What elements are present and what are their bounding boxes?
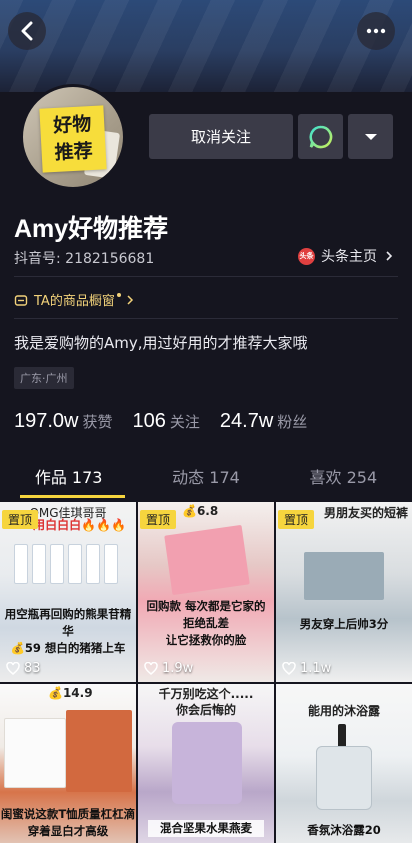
video-thumbnail[interactable]: 男朋友买的短裤 置顶 男友穿上后帅3分 1.1w	[276, 502, 412, 682]
like-count-value: 1.1w	[300, 661, 332, 676]
video-thumbnail[interactable]: 千万别吃这个..... 你会后悔的 混合坚果水果燕麦	[138, 684, 274, 843]
product-image	[66, 710, 132, 792]
video-caption: 用空瓶再回购的熊果苷精华 💰59 想白的猪猪上车	[4, 607, 132, 655]
like-count: 83	[6, 661, 41, 676]
toutiao-homepage-link[interactable]: 头条 头条主页	[298, 246, 395, 266]
chevron-right-icon	[386, 251, 393, 261]
content-tabs: 作品 173 动态 174 喜欢 254	[0, 464, 412, 496]
likes-count[interactable]: 197.0w	[14, 410, 79, 433]
product-image	[104, 544, 118, 584]
like-count-value: 1.9w	[162, 661, 194, 676]
profile-stats: 197.0w 获赞 106 关注 24.7w 粉丝	[14, 410, 327, 433]
product-image	[32, 544, 46, 584]
video-thumbnail[interactable]: 💰6.8 置顶 回购款 每次都是它家的 拒绝乱差 让它拯救你的脸 1.9w	[138, 502, 274, 682]
pinned-badge: 置顶	[278, 510, 315, 529]
like-count-value: 83	[24, 661, 41, 676]
product-image	[4, 718, 66, 788]
avatar-text-line2: 推荐	[54, 140, 94, 164]
more-dots-icon	[366, 28, 386, 34]
video-thumbnail[interactable]: OMG佳琪哥哥 用白白白🔥🔥🔥 置顶 用空瓶再回购的熊果苷精华 💰59 想白的猪…	[0, 502, 136, 682]
video-caption: 闺蜜说这款T恤质量杠杠滴 穿着显白才高级	[0, 807, 136, 838]
back-button[interactable]	[8, 12, 46, 50]
video-caption: 香氛沐浴露20	[307, 823, 381, 837]
profile-name: Amy好物推荐	[14, 215, 169, 243]
message-button[interactable]	[298, 114, 343, 159]
shop-new-dot	[116, 292, 121, 297]
video-top-caption: 能用的沐浴露	[307, 704, 380, 718]
following-count[interactable]: 106	[133, 410, 166, 433]
followers-label: 粉丝	[277, 413, 308, 431]
more-button[interactable]	[357, 12, 395, 50]
video-grid: OMG佳琪哥哥 用白白白🔥🔥🔥 置顶 用空瓶再回购的熊果苷精华 💰59 想白的猪…	[0, 502, 412, 843]
more-options-dropdown[interactable]	[348, 114, 393, 159]
heart-icon	[144, 662, 158, 675]
douyin-id: 抖音号: 2182156681	[14, 251, 155, 267]
heart-icon	[6, 662, 20, 675]
chat-bubble-icon	[308, 125, 332, 148]
shop-window-link[interactable]: TA的商品橱窗	[14, 290, 135, 309]
video-top-caption: 千万别吃这个..... 你会后悔的	[158, 687, 254, 717]
location-tag: 广东·广州	[14, 367, 74, 389]
product-image	[316, 746, 372, 810]
product-image	[164, 524, 250, 596]
avatar-text-line1: 好物	[52, 113, 92, 137]
shop-window-label: TA的商品橱窗	[34, 294, 115, 309]
tab-works[interactable]: 作品 173	[0, 464, 137, 496]
video-thumbnail[interactable]: 💰14.9 闺蜜说这款T恤质量杠杠滴 穿着显白才高级	[0, 684, 136, 843]
caret-down-icon	[364, 133, 377, 140]
following-label: 关注	[169, 413, 200, 431]
profile-bio: 我是爱购物的Amy,用过好用的才推荐大家哦	[14, 334, 308, 352]
product-image	[86, 544, 100, 584]
active-tab-indicator	[20, 495, 125, 498]
product-image	[338, 724, 346, 748]
likes-label: 获赞	[82, 413, 113, 431]
tab-likes[interactable]: 喜欢 254	[275, 464, 412, 496]
shop-window-icon	[14, 294, 28, 306]
profile-banner	[0, 0, 412, 92]
avatar[interactable]: 好物 推荐	[20, 84, 126, 190]
video-caption: 回购款 每次都是它家的 拒绝乱差 让它拯救你的脸	[146, 599, 266, 647]
like-count: 1.9w	[144, 661, 193, 676]
chevron-left-icon	[21, 21, 33, 41]
tab-posts[interactable]: 动态 174	[137, 464, 274, 496]
video-caption: 混合坚果水果燕麦	[148, 820, 264, 837]
video-top-caption: 💰14.9	[48, 686, 93, 700]
avatar-sticker: 好物 推荐	[39, 105, 107, 173]
heart-icon	[282, 662, 296, 675]
product-image	[50, 544, 64, 584]
video-caption: 男友穿上后帅3分	[299, 617, 389, 631]
product-image	[68, 544, 82, 584]
unfollow-button[interactable]: 取消关注	[149, 114, 293, 159]
product-image	[304, 552, 384, 600]
divider	[14, 318, 398, 319]
product-image	[172, 722, 242, 804]
followers-count[interactable]: 24.7w	[220, 410, 273, 433]
chevron-right-icon	[127, 294, 133, 305]
pinned-badge: 置顶	[140, 510, 177, 529]
product-image	[14, 544, 28, 584]
like-count: 1.1w	[282, 661, 331, 676]
toutiao-icon: 头条	[298, 247, 315, 265]
pinned-badge: 置顶	[2, 510, 39, 529]
divider	[14, 276, 398, 277]
video-thumbnail[interactable]: 能用的沐浴露 香氛沐浴露20	[276, 684, 412, 843]
toutiao-label: 头条主页	[321, 249, 377, 265]
